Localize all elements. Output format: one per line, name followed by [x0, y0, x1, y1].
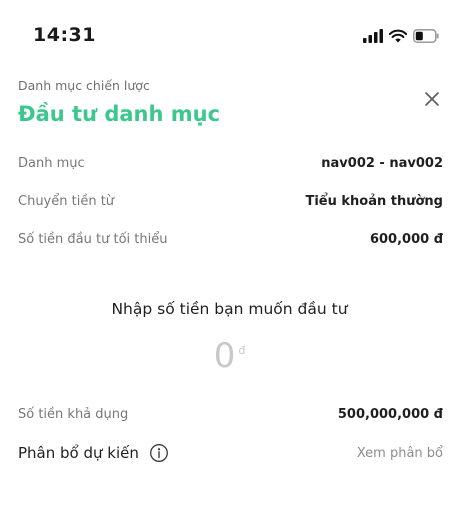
- detail-row-transfer-from: Chuyển tiền từ Tiểu khoản thường: [18, 190, 443, 212]
- battery-icon: [413, 29, 439, 43]
- detail-value: nav002 - nav002: [321, 155, 443, 171]
- wifi-icon: [389, 29, 407, 43]
- allocation-title: Phân bổ dự kiến: [18, 443, 169, 463]
- close-icon: [425, 92, 439, 106]
- available-balance-row: Số tiền khả dụng 500,000,000 đ: [18, 403, 443, 425]
- status-bar: 14:31: [0, 0, 459, 60]
- detail-row-portfolio: Danh mục nav002 - nav002: [18, 152, 443, 174]
- header-subtitle: Danh mục chiến lược: [18, 78, 150, 93]
- info-icon[interactable]: [149, 443, 169, 463]
- detail-label: Số tiền đầu tư tối thiểu: [18, 231, 168, 247]
- amount-input[interactable]: 0 đ: [0, 336, 459, 380]
- detail-value: 600,000 đ: [369, 231, 443, 247]
- signal-icon: [363, 29, 383, 43]
- detail-row-min-investment: Số tiền đầu tư tối thiểu 600,000 đ: [18, 228, 443, 250]
- available-value: 500,000,000 đ: [337, 406, 443, 422]
- detail-label: Chuyển tiền từ: [18, 193, 115, 209]
- allocation-label: Phân bổ dự kiến: [18, 444, 139, 462]
- view-allocation-link[interactable]: Xem phân bổ: [357, 446, 443, 461]
- detail-label: Danh mục: [18, 155, 85, 171]
- status-icons: [363, 28, 439, 44]
- amount-unit: đ: [238, 344, 246, 357]
- available-label: Số tiền khả dụng: [18, 406, 129, 422]
- status-time: 14:31: [33, 24, 96, 46]
- detail-value: Tiểu khoản thường: [305, 193, 443, 209]
- sheet-header: Danh mục chiến lược Đầu tư danh mục: [0, 78, 459, 138]
- close-button[interactable]: [419, 86, 445, 112]
- page-title: Đầu tư danh mục: [18, 102, 221, 126]
- amount-value[interactable]: 0: [214, 336, 236, 376]
- allocation-row: Phân bổ dự kiến Xem phân bổ: [18, 440, 443, 466]
- amount-prompt: Nhập số tiền bạn muốn đầu tư: [111, 300, 348, 318]
